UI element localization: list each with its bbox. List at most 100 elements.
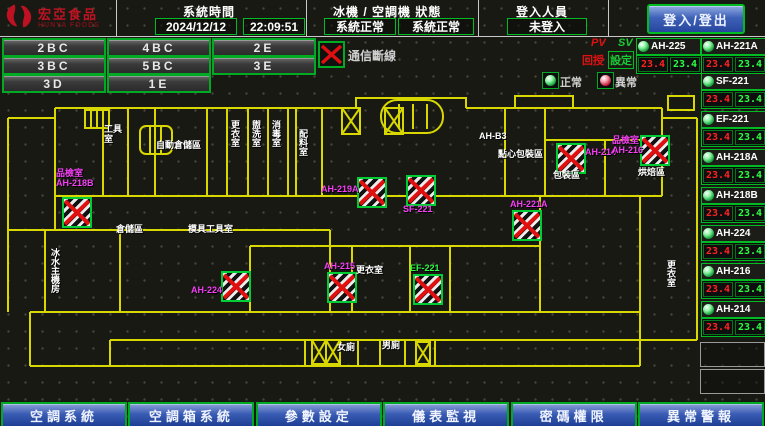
device-name: AH-216	[612, 145, 643, 155]
status-led-icon	[703, 190, 714, 201]
offline-device-AH-224[interactable]	[221, 271, 251, 302]
room-label: 倉儲區	[116, 224, 143, 234]
unit-AH-224[interactable]: AH-224	[701, 225, 765, 242]
sv-value: 23.4	[735, 206, 765, 221]
unit-EF-221[interactable]: EF-221	[701, 111, 765, 128]
unit-AH-216[interactable]: AH-216	[701, 263, 765, 280]
room-label: 消毒室	[271, 120, 281, 147]
unit-AH-214-values: 23.423.4	[701, 318, 765, 337]
device-label-AH-219A: AH-219A	[321, 184, 359, 194]
unit-name: AH-214	[716, 304, 750, 315]
sv-value: 23.4	[735, 57, 765, 72]
sv-value: 23.4	[735, 92, 765, 107]
unit-AH-216-values: 23.423.4	[701, 280, 765, 299]
pv-value: 23.4	[703, 206, 733, 221]
sv-value: 23.4	[735, 168, 765, 183]
unit-name: AH-216	[716, 266, 750, 277]
floor-button-3E[interactable]: 3E	[212, 56, 316, 75]
offline-device-AH-218B[interactable]	[62, 197, 92, 228]
offline-device-AH-219A[interactable]	[357, 177, 387, 208]
pv-value: 23.4	[703, 244, 733, 259]
unit-SF-221-values: 23.423.4	[701, 90, 765, 109]
device-room-name: 品檢室	[612, 135, 643, 145]
unit-AH-224-values: 23.423.4	[701, 242, 765, 261]
room-label: 自動倉儲區	[156, 140, 201, 150]
offline-device-AH-221A[interactable]	[512, 210, 542, 241]
device-label-AH-224: AH-224	[191, 285, 222, 295]
room-label: 模具工具室	[188, 224, 233, 234]
room-label: 冰水主機房	[50, 248, 60, 293]
room-label: 工具室	[104, 124, 128, 144]
floor-button-5BC[interactable]: 5BC	[107, 56, 211, 75]
pv-value: 23.4	[703, 320, 733, 335]
sv-value: 23.4	[735, 282, 765, 297]
floor-button-2BC[interactable]: 2BC	[2, 38, 106, 57]
comm-offline-icon	[318, 41, 345, 68]
unit-AH-225-values: 23.423.4	[636, 55, 702, 74]
unit-name: AH-218B	[716, 190, 758, 201]
device-label-AH-218B: 品檢室AH-218B	[56, 168, 94, 188]
unit-AH-221A-values: 23.423.4	[701, 55, 765, 74]
offline-device-AH-216[interactable]	[640, 135, 670, 166]
room-label: 男廁	[382, 340, 400, 350]
unit-AH-218A[interactable]: AH-218A	[701, 149, 765, 166]
pv-value: 23.4	[703, 57, 733, 72]
room-label: AH-B3	[479, 131, 507, 141]
unit-AH-221A[interactable]: AH-221A	[701, 38, 765, 55]
device-label-EF-221: EF-221	[410, 263, 440, 273]
device-room-name: 品檢室	[56, 168, 94, 178]
status-led-icon	[703, 76, 714, 87]
offline-device-EF-221[interactable]	[413, 274, 443, 305]
unit-AH-214[interactable]: AH-214	[701, 301, 765, 318]
sv-value: 23.4	[670, 57, 700, 72]
unit-name: EF-221	[716, 114, 749, 125]
status-led-icon	[638, 41, 649, 52]
room-label: 點心包裝區	[498, 149, 543, 159]
floor-button-2E[interactable]: 2E	[212, 38, 316, 57]
room-label: 烘焙區	[638, 167, 665, 177]
unit-AH-225[interactable]: AH-225	[636, 38, 701, 55]
status-led-icon	[703, 41, 714, 52]
status-led-icon	[703, 228, 714, 239]
unit-AH-218B[interactable]: AH-218B	[701, 187, 765, 204]
floor-button-1E[interactable]: 1E	[107, 74, 211, 93]
unit-name: AH-225	[651, 41, 685, 52]
unit-AH-218B-values: 23.423.4	[701, 204, 765, 223]
floor-button-3BC[interactable]: 3BC	[2, 56, 106, 75]
sv-value: 23.4	[735, 130, 765, 145]
room-label: 更衣室	[356, 265, 383, 275]
floor-button-3D[interactable]: 3D	[2, 74, 106, 93]
device-label-AH-216: 品檢室AH-216	[612, 135, 643, 155]
offline-device-AH-215[interactable]	[327, 272, 357, 303]
room-label: 包裝區	[553, 170, 580, 180]
status-led-icon	[703, 304, 714, 315]
unit-AH-218A-values: 23.423.4	[701, 166, 765, 185]
pv-value: 23.4	[703, 92, 733, 107]
pv-value: 23.4	[703, 130, 733, 145]
unit-name: AH-224	[716, 228, 750, 239]
unit-name: SF-221	[716, 76, 749, 87]
status-led-icon	[703, 266, 714, 277]
device-label-AH-215: AH-215	[324, 261, 355, 271]
logo-title: 宏亞食品	[38, 8, 100, 22]
room-label: 更衣室	[666, 260, 676, 287]
sv-value: 23.4	[735, 244, 765, 259]
unit-SF-221[interactable]: SF-221	[701, 73, 765, 90]
pv-value: 23.4	[703, 168, 733, 183]
pv-value: 23.4	[703, 282, 733, 297]
unit-name: AH-218A	[716, 152, 758, 163]
floor-button-4BC[interactable]: 4BC	[107, 38, 211, 57]
device-label-AH-221A: AH-221A	[510, 199, 548, 209]
unit-name: AH-221A	[716, 41, 758, 52]
device-name: AH-218B	[56, 178, 94, 188]
room-label: 更衣室	[230, 120, 240, 147]
room-label: 盥洗室	[251, 120, 261, 147]
hmi-screen: 宏亞食品 HUNYA FOODS 系統時間 2024/12/12 22:09:5…	[0, 0, 765, 426]
status-led-icon	[703, 114, 714, 125]
logo-subtitle: HUNYA FOODS	[38, 22, 100, 29]
unit-EF-221-values: 23.423.4	[701, 128, 765, 147]
offline-device-SF-221[interactable]	[406, 175, 436, 206]
status-led-icon	[703, 152, 714, 163]
sv-value: 23.4	[735, 320, 765, 335]
logo-icon	[4, 2, 34, 35]
